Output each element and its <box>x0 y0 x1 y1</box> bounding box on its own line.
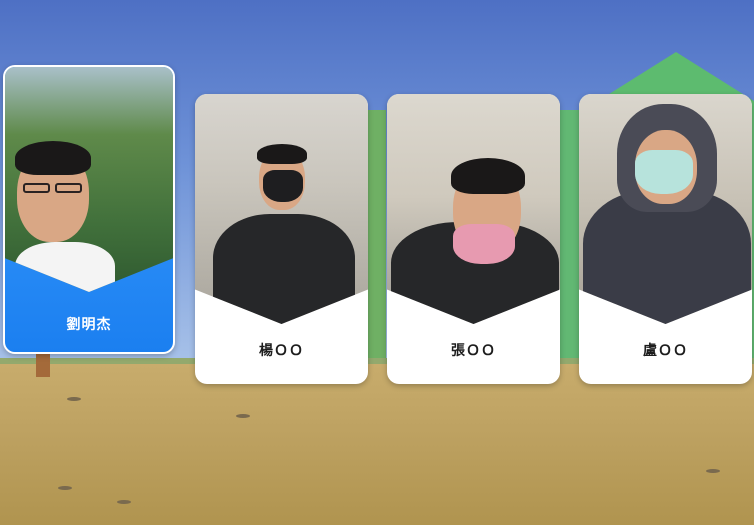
player-hair <box>257 144 307 164</box>
face-mask <box>453 224 515 264</box>
pebble <box>67 397 81 401</box>
player-hair <box>451 158 525 194</box>
player-card-4[interactable]: 盧ＯＯ <box>579 94 752 384</box>
pebble <box>236 414 250 418</box>
pebble <box>58 486 72 490</box>
player-name: 張ＯＯ <box>451 343 496 359</box>
player-body <box>213 214 355 324</box>
player-card-1[interactable]: 劉明杰 <box>3 65 175 354</box>
face-mask <box>635 150 693 194</box>
face-mask <box>263 170 303 202</box>
player-photo <box>195 94 368 324</box>
player-photo <box>579 94 752 324</box>
glasses-icon <box>23 183 50 193</box>
player-photo <box>5 67 173 292</box>
player-hair <box>15 141 91 175</box>
pebble <box>706 469 720 473</box>
player-photo <box>387 94 560 324</box>
ground <box>0 364 754 525</box>
pebble <box>117 500 131 504</box>
player-name: 盧ＯＯ <box>643 343 688 359</box>
player-name: 劉明杰 <box>66 317 112 333</box>
glasses-icon <box>55 183 82 193</box>
player-body <box>15 242 115 292</box>
tree-trunk <box>368 110 386 360</box>
player-name: 楊ＯＯ <box>259 343 304 359</box>
player-card-3[interactable]: 張ＯＯ <box>387 94 560 384</box>
player-card-2[interactable]: 楊ＯＯ <box>195 94 368 384</box>
